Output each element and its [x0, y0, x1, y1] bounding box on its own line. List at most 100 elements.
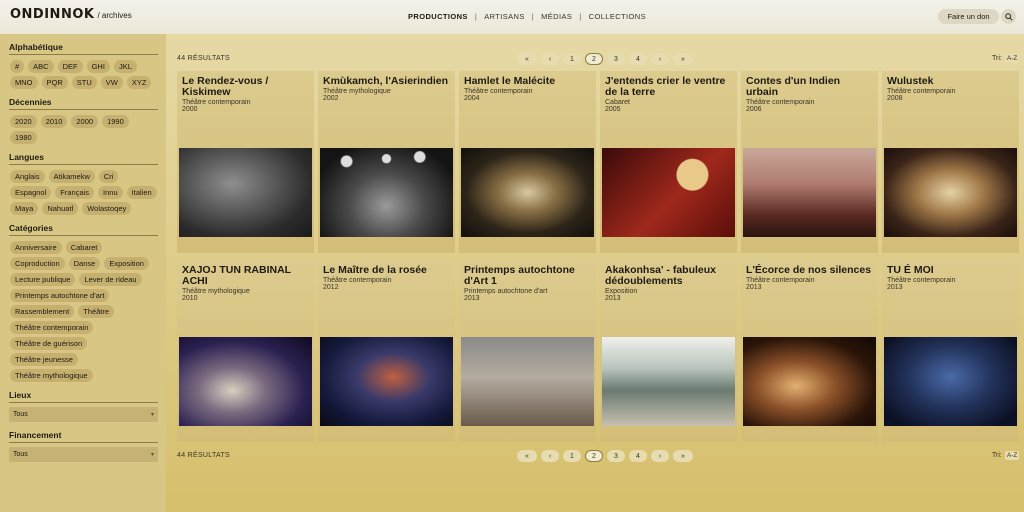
production-photo[interactable]	[884, 337, 1017, 426]
language-chip-cri[interactable]: Cri	[98, 170, 119, 183]
production-photo[interactable]	[179, 148, 312, 237]
prev-page-button[interactable]: ‹	[541, 450, 559, 462]
production-card[interactable]: Akakonhsa' - fabuleux dédoublements Expos…	[600, 260, 737, 442]
sort-control-top[interactable]: Tri: A-Z	[992, 54, 1020, 63]
decade-chip-2000[interactable]: 2000	[71, 115, 99, 128]
category-chip-rassemblement[interactable]: Rassemblement	[10, 305, 75, 318]
page-1-button[interactable]: 1	[563, 53, 581, 65]
alpha-chip-pqr[interactable]: PQR	[41, 76, 68, 89]
production-card[interactable]: Kmùkamch, l'Asierindien Théâtre mythologi…	[318, 71, 455, 253]
language-chip-italien[interactable]: Italien	[126, 186, 157, 199]
page-1-button[interactable]: 1	[563, 450, 581, 462]
production-card[interactable]: Le Maître de la rosée Théâtre contemporai…	[318, 260, 455, 442]
category-chip-lever-de-rideau[interactable]: Lever de rideau	[79, 273, 142, 286]
prev-page-button[interactable]: ‹	[541, 53, 559, 65]
search-button[interactable]	[1001, 9, 1016, 24]
last-page-button[interactable]: »	[673, 53, 693, 65]
nav-productions[interactable]: PRODUCTIONS	[408, 12, 468, 21]
production-title[interactable]: XAJOJ TUN RABINAL ACHI	[182, 265, 309, 287]
page-4-button[interactable]: 4	[629, 450, 647, 462]
alpha-chip-hash[interactable]: #	[10, 60, 25, 73]
production-title[interactable]: Contes d'un Indien urbain	[746, 76, 873, 98]
production-title[interactable]: L'Écorce de nos silences	[746, 265, 873, 276]
next-page-button[interactable]: ›	[651, 450, 669, 462]
nav-artisans[interactable]: ARTISANS	[484, 12, 525, 21]
production-photo[interactable]	[884, 148, 1017, 237]
production-photo[interactable]	[461, 337, 594, 426]
language-chip-atikamekw[interactable]: Atikamekw	[48, 170, 95, 183]
category-chip-theatre[interactable]: Théâtre	[78, 305, 115, 318]
alpha-chip-def[interactable]: DEF	[57, 60, 83, 73]
alpha-chip-stu[interactable]: STU	[71, 76, 97, 89]
page-2-button[interactable]: 2	[585, 53, 603, 65]
production-photo[interactable]	[743, 337, 876, 426]
logo[interactable]: ONDINNOK / archives	[10, 7, 132, 22]
category-chip-exposition[interactable]: Exposition	[104, 257, 149, 270]
places-select[interactable]: Tous ▾	[9, 407, 158, 422]
decade-chip-1980[interactable]: 1980	[10, 131, 37, 144]
language-chip-anglais[interactable]: Anglais	[10, 170, 45, 183]
alpha-chip-ghi[interactable]: GHI	[86, 60, 110, 73]
decade-chip-2010[interactable]: 2010	[40, 115, 68, 128]
production-card[interactable]: TU É MOI Théâtre contemporain 2013	[882, 260, 1019, 442]
production-card[interactable]: XAJOJ TUN RABINAL ACHI Théâtre mythologiq…	[177, 260, 314, 442]
sort-value[interactable]: A-Z	[1004, 54, 1020, 63]
category-chip-danse[interactable]: Danse	[68, 257, 101, 270]
production-card[interactable]: Wulustek Théâtre contemporain 2008	[882, 71, 1019, 253]
alpha-chip-xyz[interactable]: XYZ	[126, 76, 152, 89]
category-chip-lecture-publique[interactable]: Lecture publique	[10, 273, 76, 286]
page-3-button[interactable]: 3	[607, 53, 625, 65]
alpha-chip-abc[interactable]: ABC	[28, 60, 54, 73]
category-chip-theatre-jeunesse[interactable]: Théâtre jeunesse	[10, 353, 78, 366]
next-page-button[interactable]: ›	[651, 53, 669, 65]
category-chip-theatre-contemporain[interactable]: Théâtre contemporain	[10, 321, 94, 334]
production-photo[interactable]	[320, 337, 453, 426]
alpha-chip-mno[interactable]: MNO	[10, 76, 38, 89]
nav-medias[interactable]: MÉDIAS	[541, 12, 572, 21]
first-page-button[interactable]: «	[517, 53, 537, 65]
nav-collections[interactable]: COLLECTIONS	[589, 12, 646, 21]
funding-select[interactable]: Tous ▾	[9, 447, 158, 462]
category-chip-theatre-mythologique[interactable]: Théâtre mythologique	[10, 369, 93, 382]
alpha-chip-jkl[interactable]: JKL	[113, 60, 137, 73]
production-photo[interactable]	[743, 148, 876, 237]
production-title[interactable]: TU É MOI	[887, 265, 1014, 276]
production-title[interactable]: Kmùkamch, l'Asierindien	[323, 76, 450, 87]
last-page-button[interactable]: »	[673, 450, 693, 462]
production-title[interactable]: Le Rendez-vous / Kiskimew	[182, 76, 309, 98]
sort-control-bottom[interactable]: Tri: A-Z	[992, 451, 1020, 460]
production-title[interactable]: Akakonhsa' - fabuleux dédoublements	[605, 265, 732, 287]
production-card[interactable]: Printemps autochtone d'Art 1 Printemps au…	[459, 260, 596, 442]
production-card[interactable]: J'entends crier le ventre de la terre Cab…	[600, 71, 737, 253]
alpha-chip-vw[interactable]: VW	[100, 76, 123, 89]
production-photo[interactable]	[461, 148, 594, 237]
decade-chip-1990[interactable]: 1990	[102, 115, 129, 128]
production-card[interactable]: Contes d'un Indien urbain Théâtre contemp…	[741, 71, 878, 253]
production-title[interactable]: J'entends crier le ventre de la terre	[605, 76, 732, 98]
production-title[interactable]: Le Maître de la rosée	[323, 265, 450, 276]
category-chip-theatre-de-guerison[interactable]: Théâtre de guérison	[10, 337, 88, 350]
language-chip-wolastoqey[interactable]: Wolastoqey	[82, 202, 132, 215]
first-page-button[interactable]: «	[517, 450, 537, 462]
category-chip-anniversaire[interactable]: Anniversaire	[10, 241, 62, 254]
production-card[interactable]: Le Rendez-vous / Kiskimew Théâtre contemp…	[177, 71, 314, 253]
production-photo[interactable]	[602, 148, 735, 237]
production-card[interactable]: Hamlet le Malécite Théâtre contemporain 20…	[459, 71, 596, 253]
category-chip-cabaret[interactable]: Cabaret	[65, 241, 103, 254]
page-3-button[interactable]: 3	[607, 450, 625, 462]
production-card[interactable]: L'Écorce de nos silences Théâtre contempo…	[741, 260, 878, 442]
production-title[interactable]: Wulustek	[887, 76, 1014, 87]
language-chip-maya[interactable]: Maya	[10, 202, 39, 215]
production-title[interactable]: Hamlet le Malécite	[464, 76, 591, 87]
production-title[interactable]: Printemps autochtone d'Art 1	[464, 265, 591, 287]
page-4-button[interactable]: 4	[629, 53, 647, 65]
decade-chip-2020[interactable]: 2020	[10, 115, 37, 128]
page-2-button[interactable]: 2	[585, 450, 603, 462]
production-photo[interactable]	[179, 337, 312, 426]
donate-button[interactable]: Faire un don	[938, 9, 999, 24]
sort-value[interactable]: A-Z	[1004, 451, 1020, 460]
language-chip-francais[interactable]: Français	[55, 186, 95, 199]
language-chip-innu[interactable]: Innu	[98, 186, 123, 199]
category-chip-coproduction[interactable]: Coproduction	[10, 257, 65, 270]
production-photo[interactable]	[320, 148, 453, 237]
